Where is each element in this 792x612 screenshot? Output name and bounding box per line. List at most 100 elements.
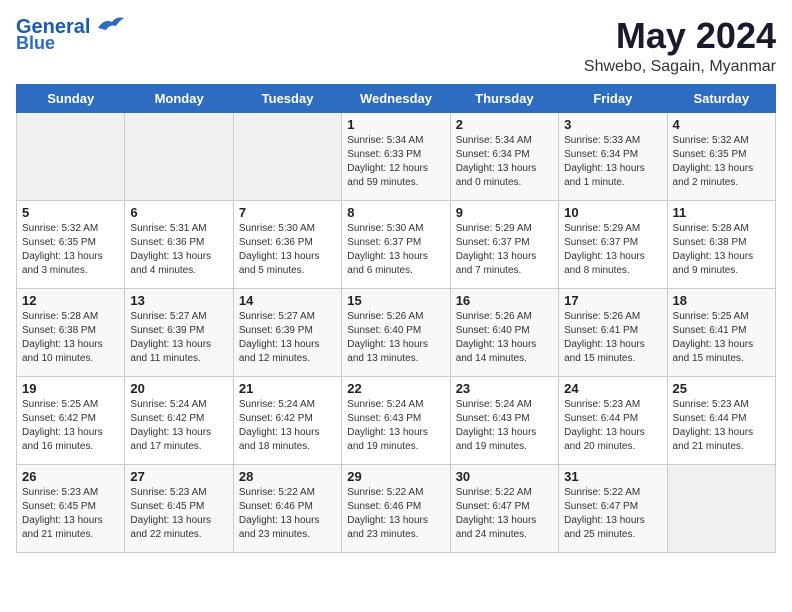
calendar-cell <box>17 112 125 200</box>
calendar-week-3: 12 Sunrise: 5:28 AM Sunset: 6:38 PM Dayli… <box>17 288 776 376</box>
logo: General Blue <box>16 16 126 54</box>
day-info: Sunrise: 5:29 AM Sunset: 6:37 PM Dayligh… <box>456 222 553 278</box>
calendar-cell: 26 Sunrise: 5:23 AM Sunset: 6:45 PM Dayli… <box>17 464 125 552</box>
calendar-cell: 16 Sunrise: 5:26 AM Sunset: 6:40 PM Dayli… <box>450 288 558 376</box>
day-number: 27 <box>130 469 227 484</box>
day-info: Sunrise: 5:33 AM Sunset: 6:34 PM Dayligh… <box>564 134 661 190</box>
day-info: Sunrise: 5:24 AM Sunset: 6:42 PM Dayligh… <box>239 398 336 454</box>
day-info: Sunrise: 5:30 AM Sunset: 6:37 PM Dayligh… <box>347 222 444 278</box>
day-info: Sunrise: 5:22 AM Sunset: 6:47 PM Dayligh… <box>456 486 553 542</box>
day-info: Sunrise: 5:23 AM Sunset: 6:45 PM Dayligh… <box>22 486 119 542</box>
calendar-cell: 17 Sunrise: 5:26 AM Sunset: 6:41 PM Dayli… <box>559 288 667 376</box>
day-number: 20 <box>130 381 227 396</box>
calendar-cell: 23 Sunrise: 5:24 AM Sunset: 6:43 PM Dayli… <box>450 376 558 464</box>
day-number: 23 <box>456 381 553 396</box>
day-number: 19 <box>22 381 119 396</box>
calendar-week-4: 19 Sunrise: 5:25 AM Sunset: 6:42 PM Dayli… <box>17 376 776 464</box>
calendar-cell: 21 Sunrise: 5:24 AM Sunset: 6:42 PM Dayli… <box>233 376 341 464</box>
day-info: Sunrise: 5:34 AM Sunset: 6:33 PM Dayligh… <box>347 134 444 190</box>
day-number: 2 <box>456 117 553 132</box>
day-info: Sunrise: 5:23 AM Sunset: 6:44 PM Dayligh… <box>673 398 770 454</box>
day-number: 6 <box>130 205 227 220</box>
day-number: 12 <box>22 293 119 308</box>
day-info: Sunrise: 5:27 AM Sunset: 6:39 PM Dayligh… <box>239 310 336 366</box>
day-number: 22 <box>347 381 444 396</box>
calendar-week-2: 5 Sunrise: 5:32 AM Sunset: 6:35 PM Daylig… <box>17 200 776 288</box>
weekday-header-row: SundayMondayTuesdayWednesdayThursdayFrid… <box>17 84 776 112</box>
calendar-cell: 6 Sunrise: 5:31 AM Sunset: 6:36 PM Daylig… <box>125 200 233 288</box>
calendar-cell: 5 Sunrise: 5:32 AM Sunset: 6:35 PM Daylig… <box>17 200 125 288</box>
day-info: Sunrise: 5:25 AM Sunset: 6:41 PM Dayligh… <box>673 310 770 366</box>
day-number: 18 <box>673 293 770 308</box>
day-number: 31 <box>564 469 661 484</box>
weekday-header-friday: Friday <box>559 84 667 112</box>
day-number: 16 <box>456 293 553 308</box>
day-info: Sunrise: 5:23 AM Sunset: 6:44 PM Dayligh… <box>564 398 661 454</box>
calendar-cell: 19 Sunrise: 5:25 AM Sunset: 6:42 PM Dayli… <box>17 376 125 464</box>
day-number: 8 <box>347 205 444 220</box>
weekday-header-sunday: Sunday <box>17 84 125 112</box>
day-number: 26 <box>22 469 119 484</box>
calendar-cell: 24Sunrise: 5:23 AM Sunset: 6:44 PM Dayli… <box>559 376 667 464</box>
calendar-cell: 4 Sunrise: 5:32 AM Sunset: 6:35 PM Daylig… <box>667 112 775 200</box>
calendar-table: SundayMondayTuesdayWednesdayThursdayFrid… <box>16 84 776 553</box>
calendar-cell: 13 Sunrise: 5:27 AM Sunset: 6:39 PM Dayli… <box>125 288 233 376</box>
weekday-header-thursday: Thursday <box>450 84 558 112</box>
calendar-cell: 30Sunrise: 5:22 AM Sunset: 6:47 PM Dayli… <box>450 464 558 552</box>
day-info: Sunrise: 5:29 AM Sunset: 6:37 PM Dayligh… <box>564 222 661 278</box>
calendar-cell: 11Sunrise: 5:28 AM Sunset: 6:38 PM Dayli… <box>667 200 775 288</box>
day-info: Sunrise: 5:28 AM Sunset: 6:38 PM Dayligh… <box>673 222 770 278</box>
day-number: 29 <box>347 469 444 484</box>
logo-blue-text: Blue <box>16 34 55 54</box>
calendar-cell: 20Sunrise: 5:24 AM Sunset: 6:42 PM Dayli… <box>125 376 233 464</box>
day-number: 13 <box>130 293 227 308</box>
day-info: Sunrise: 5:25 AM Sunset: 6:42 PM Dayligh… <box>22 398 119 454</box>
calendar-cell: 31 Sunrise: 5:22 AM Sunset: 6:47 PM Dayli… <box>559 464 667 552</box>
day-number: 21 <box>239 381 336 396</box>
calendar-cell <box>125 112 233 200</box>
day-info: Sunrise: 5:24 AM Sunset: 6:43 PM Dayligh… <box>456 398 553 454</box>
calendar-cell: 8 Sunrise: 5:30 AM Sunset: 6:37 PM Daylig… <box>342 200 450 288</box>
day-number: 7 <box>239 205 336 220</box>
calendar-cell: 28Sunrise: 5:22 AM Sunset: 6:46 PM Dayli… <box>233 464 341 552</box>
logo-bird-icon <box>94 14 126 36</box>
calendar-cell: 1Sunrise: 5:34 AM Sunset: 6:33 PM Daylig… <box>342 112 450 200</box>
calendar-cell: 14Sunrise: 5:27 AM Sunset: 6:39 PM Dayli… <box>233 288 341 376</box>
day-info: Sunrise: 5:26 AM Sunset: 6:41 PM Dayligh… <box>564 310 661 366</box>
day-info: Sunrise: 5:26 AM Sunset: 6:40 PM Dayligh… <box>456 310 553 366</box>
calendar-cell: 10 Sunrise: 5:29 AM Sunset: 6:37 PM Dayli… <box>559 200 667 288</box>
day-number: 5 <box>22 205 119 220</box>
day-info: Sunrise: 5:28 AM Sunset: 6:38 PM Dayligh… <box>22 310 119 366</box>
day-info: Sunrise: 5:30 AM Sunset: 6:36 PM Dayligh… <box>239 222 336 278</box>
day-info: Sunrise: 5:26 AM Sunset: 6:40 PM Dayligh… <box>347 310 444 366</box>
day-number: 10 <box>564 205 661 220</box>
calendar-cell: 29 Sunrise: 5:22 AM Sunset: 6:46 PM Dayli… <box>342 464 450 552</box>
weekday-header-saturday: Saturday <box>667 84 775 112</box>
day-number: 17 <box>564 293 661 308</box>
day-info: Sunrise: 5:34 AM Sunset: 6:34 PM Dayligh… <box>456 134 553 190</box>
day-number: 4 <box>673 117 770 132</box>
calendar-cell: 25Sunrise: 5:23 AM Sunset: 6:44 PM Dayli… <box>667 376 775 464</box>
calendar-cell: 3Sunrise: 5:33 AM Sunset: 6:34 PM Daylig… <box>559 112 667 200</box>
calendar-cell: 27Sunrise: 5:23 AM Sunset: 6:45 PM Dayli… <box>125 464 233 552</box>
page-header: General Blue May 2024 Shwebo, Sagain, My… <box>16 16 776 76</box>
day-info: Sunrise: 5:32 AM Sunset: 6:35 PM Dayligh… <box>22 222 119 278</box>
calendar-cell: 7 Sunrise: 5:30 AM Sunset: 6:36 PM Daylig… <box>233 200 341 288</box>
month-year-title: May 2024 <box>584 16 776 56</box>
calendar-week-5: 26 Sunrise: 5:23 AM Sunset: 6:45 PM Dayli… <box>17 464 776 552</box>
day-info: Sunrise: 5:31 AM Sunset: 6:36 PM Dayligh… <box>130 222 227 278</box>
day-info: Sunrise: 5:22 AM Sunset: 6:46 PM Dayligh… <box>239 486 336 542</box>
day-info: Sunrise: 5:22 AM Sunset: 6:47 PM Dayligh… <box>564 486 661 542</box>
weekday-header-wednesday: Wednesday <box>342 84 450 112</box>
calendar-cell: 22 Sunrise: 5:24 AM Sunset: 6:43 PM Dayli… <box>342 376 450 464</box>
calendar-cell: 18 Sunrise: 5:25 AM Sunset: 6:41 PM Dayli… <box>667 288 775 376</box>
day-number: 15 <box>347 293 444 308</box>
day-info: Sunrise: 5:24 AM Sunset: 6:43 PM Dayligh… <box>347 398 444 454</box>
day-info: Sunrise: 5:27 AM Sunset: 6:39 PM Dayligh… <box>130 310 227 366</box>
title-section: May 2024 Shwebo, Sagain, Myanmar <box>584 16 776 76</box>
calendar-cell: 9Sunrise: 5:29 AM Sunset: 6:37 PM Daylig… <box>450 200 558 288</box>
location-subtitle: Shwebo, Sagain, Myanmar <box>584 58 776 76</box>
calendar-cell: 2 Sunrise: 5:34 AM Sunset: 6:34 PM Daylig… <box>450 112 558 200</box>
day-info: Sunrise: 5:22 AM Sunset: 6:46 PM Dayligh… <box>347 486 444 542</box>
day-info: Sunrise: 5:32 AM Sunset: 6:35 PM Dayligh… <box>673 134 770 190</box>
